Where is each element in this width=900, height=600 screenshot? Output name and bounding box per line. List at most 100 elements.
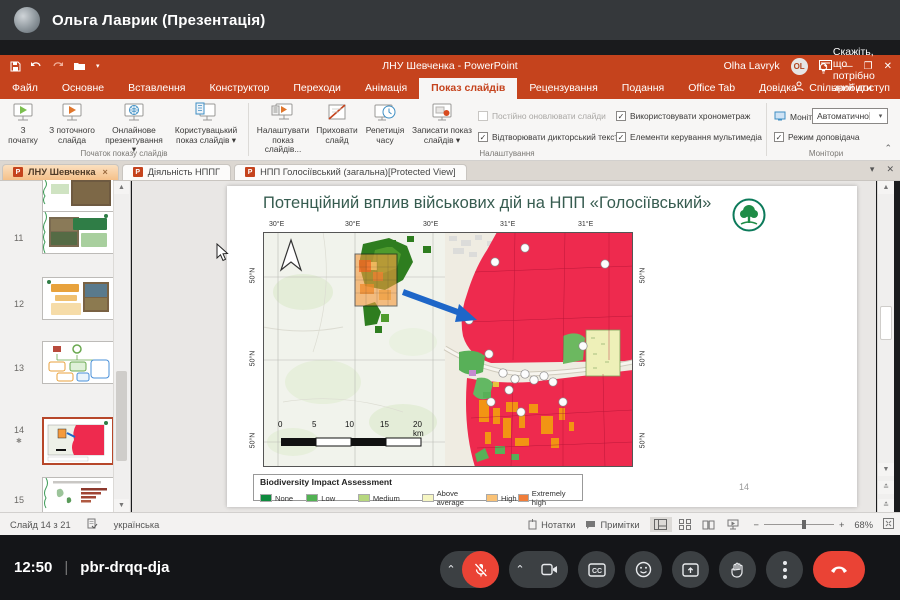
- share-button[interactable]: Спільний доступ: [794, 81, 890, 95]
- monitor-icon: [774, 111, 786, 123]
- slide-canvas[interactable]: Потенційний вплив військових дій на НПП …: [227, 186, 857, 507]
- legend-chip: [422, 494, 434, 502]
- scroll-down-icon[interactable]: ▼: [878, 463, 894, 476]
- slide-area-scrollbar[interactable]: ▲ ▼ ≛ ≛: [877, 181, 894, 512]
- meeting-time: 12:50: [14, 559, 52, 576]
- powerpoint-file-icon: P: [13, 167, 23, 177]
- doc-tab-lnu[interactable]: P ЛНУ Шевченка ×: [2, 164, 119, 180]
- slide-number: 13: [14, 363, 24, 373]
- slide-number: 11: [14, 233, 23, 243]
- legend-chip: [358, 494, 370, 502]
- spellcheck-icon[interactable]: [87, 518, 98, 531]
- tab-transitions[interactable]: Переходи: [281, 78, 353, 99]
- from-current-slide-button[interactable]: З поточногослайда: [44, 102, 100, 145]
- thumbnail-scrollbar[interactable]: ▲ ▼: [113, 181, 129, 512]
- hide-slide-button[interactable]: Приховатислайд: [314, 102, 360, 145]
- view-reading-button[interactable]: [698, 517, 720, 532]
- captions-button[interactable]: CC: [578, 551, 615, 588]
- zoom-in-icon[interactable]: +: [839, 520, 844, 530]
- tab-review[interactable]: Рецензування: [517, 78, 609, 99]
- checkbox-use-timings[interactable]: ✓Використовувати хронометраж: [616, 111, 750, 121]
- zoom-out-icon[interactable]: −: [754, 520, 759, 530]
- dropdown-icon: ▾: [869, 112, 887, 120]
- slide-thumbnail-14[interactable]: [42, 417, 114, 465]
- zoom-slider[interactable]: − +: [754, 520, 845, 530]
- account-name[interactable]: Olha Lavryk: [724, 60, 780, 72]
- meet-window: Ольга Лаврик (Презентація) ▾ ЛНУ Шевченк…: [0, 0, 900, 600]
- zoom-level[interactable]: 68%: [854, 520, 873, 530]
- fit-to-window-icon[interactable]: [883, 518, 894, 531]
- slide-thumbnail-15[interactable]: [42, 477, 114, 512]
- meeting-code: pbr-drqq-dja: [80, 559, 169, 576]
- meet-bottom-bar: 12:50 | pbr-drqq-dja ⌃ ⌃ CC: [0, 535, 900, 600]
- tab-office-tab[interactable]: Office Tab: [676, 78, 747, 99]
- tab-view[interactable]: Подання: [610, 78, 676, 99]
- slide-thumbnail-10[interactable]: [42, 180, 114, 212]
- language-indicator[interactable]: українська: [114, 520, 160, 530]
- present-icon: [682, 563, 699, 577]
- view-normal-button[interactable]: [650, 517, 672, 532]
- next-slide-icon[interactable]: ≛: [878, 499, 894, 512]
- mic-muted-icon: [473, 562, 489, 578]
- mic-options-chevron-icon[interactable]: ⌃: [440, 563, 462, 576]
- tab-list-dropdown-icon[interactable]: ▾: [870, 164, 875, 175]
- tab-animations[interactable]: Анімація: [353, 78, 419, 99]
- camera-options-chevron-icon[interactable]: ⌃: [509, 563, 531, 576]
- tab-insert[interactable]: Вставлення: [116, 78, 197, 99]
- raise-hand-button[interactable]: [719, 551, 756, 588]
- present-online-button[interactable]: Онлайновепрезентування ▾: [102, 102, 166, 155]
- slide-thumbnail-13[interactable]: [42, 341, 114, 384]
- slide-number: 12: [14, 299, 24, 309]
- mic-mute-button[interactable]: [462, 551, 499, 588]
- presenter-avatar: [14, 7, 40, 33]
- checkbox-presenter-view[interactable]: ✓Режим доповідача: [774, 132, 860, 142]
- scroll-up-icon[interactable]: ▲: [114, 181, 129, 194]
- impact-map: 30°E 30°E 30°E 31°E 31°E 50°N 50°N 50°N …: [263, 232, 633, 472]
- setup-slideshow-button[interactable]: Налаштуватипоказ слайдів...: [254, 102, 312, 155]
- slide-editing-area[interactable]: Потенційний вплив військових дій на НПП …: [132, 181, 876, 512]
- rehearse-timings-button[interactable]: Репетиціячасу: [362, 102, 408, 145]
- from-beginning-button[interactable]: Зпочатку: [4, 102, 42, 145]
- reactions-button[interactable]: [625, 551, 662, 588]
- record-slideshow-button[interactable]: Записати показслайдів ▾: [410, 102, 474, 145]
- view-slideshow-button[interactable]: [722, 517, 744, 532]
- end-call-icon: [829, 565, 849, 574]
- scroll-down-icon[interactable]: ▼: [114, 499, 129, 512]
- slide-thumbnail-12[interactable]: [42, 277, 114, 320]
- slide-number: 14: [14, 425, 24, 435]
- tab-file[interactable]: Файл: [0, 78, 50, 99]
- tab-close-icon[interactable]: ×: [102, 167, 107, 177]
- custom-slideshow-button[interactable]: Користувацькийпоказ слайдів ▾: [168, 102, 244, 145]
- tabbar-close-icon[interactable]: ✕: [886, 164, 894, 175]
- comments-toggle[interactable]: Примітки: [585, 520, 639, 530]
- map-latitude-label: 50°N: [639, 433, 646, 449]
- slide-thumbnail-panel: 11 12 13 14 ✱ 15 ▲ ▼: [0, 181, 131, 512]
- notes-toggle[interactable]: Нотатки: [528, 519, 575, 530]
- doc-tab-nppg[interactable]: P Діяльність НППГ: [122, 164, 231, 180]
- scroll-up-icon[interactable]: ▲: [878, 181, 894, 194]
- tab-slideshow[interactable]: Показ слайдів: [419, 78, 517, 99]
- checkbox-media-controls[interactable]: ✓Елементи керування мультимедіа: [616, 132, 762, 142]
- map-latitude-label: 50°N: [249, 351, 256, 367]
- checkbox-keep-slides-updated[interactable]: Постійно оновлювати слайди: [478, 111, 606, 121]
- camera-button[interactable]: [531, 551, 568, 588]
- collapse-ribbon-icon[interactable]: ⌃: [884, 143, 892, 154]
- tab-design[interactable]: Конструктор: [197, 78, 281, 99]
- zoom-slider-thumb[interactable]: [802, 520, 806, 529]
- powerpoint-title-bar: ▾ ЛНУ Шевченка - PowerPoint Olha Lavryk …: [0, 55, 900, 77]
- end-call-button[interactable]: [813, 551, 865, 588]
- thumbnail-scrollbar-thumb[interactable]: [116, 371, 127, 461]
- scrollbar-thumb[interactable]: [880, 306, 892, 340]
- slide-thumbnail-11[interactable]: [42, 211, 114, 254]
- previous-slide-icon[interactable]: ≛: [878, 481, 894, 494]
- checkbox-play-narrations[interactable]: ✓Відтворювати дикторський текст: [478, 132, 618, 142]
- camera-control-group: ⌃: [509, 551, 568, 588]
- present-screen-button[interactable]: [672, 551, 709, 588]
- tab-home[interactable]: Основне: [50, 78, 116, 99]
- view-sorter-button[interactable]: [674, 517, 696, 532]
- doc-tab-holosiivskyi[interactable]: P НПП Голосіївський (загальна)[Protected…: [234, 164, 466, 180]
- more-options-button[interactable]: [766, 551, 803, 588]
- account-avatar[interactable]: OL: [791, 58, 808, 75]
- monitor-dropdown[interactable]: Автоматично ▾: [812, 108, 888, 124]
- animation-star-icon: ✱: [16, 437, 22, 445]
